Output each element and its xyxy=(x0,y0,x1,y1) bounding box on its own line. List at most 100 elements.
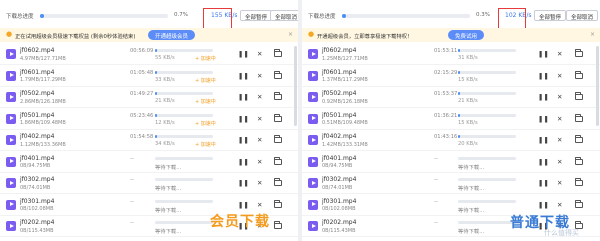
pause-icon[interactable]: ❚❚ xyxy=(538,158,549,166)
folder-icon[interactable] xyxy=(274,135,282,143)
folder-icon[interactable] xyxy=(575,113,583,122)
close-icon[interactable]: ✕ xyxy=(257,93,262,101)
close-icon[interactable]: ✕ xyxy=(257,72,262,80)
folder-icon[interactable] xyxy=(274,156,282,165)
cancel-all-button[interactable]: 全部取消 xyxy=(566,10,599,21)
list-item[interactable]: jf0402.mp4 1.12MB/133.36MB 01:54:58 34 KB/s… xyxy=(0,130,298,151)
close-icon[interactable]: ✕ xyxy=(557,50,562,58)
pause-icon[interactable]: ❚❚ xyxy=(538,72,549,80)
scrollbar[interactable] xyxy=(596,46,599,126)
folder-icon[interactable] xyxy=(575,70,583,79)
file-progress-fill xyxy=(155,135,157,138)
pause-all-button[interactable]: 全部暂停 xyxy=(534,10,567,21)
list-item[interactable]: jf0401.mp4 0B/94.75MB -- 等待下载... ❚❚ ✕ xyxy=(302,152,600,173)
close-icon[interactable]: ✕ xyxy=(557,201,562,209)
close-icon[interactable]: ✕ xyxy=(257,179,262,187)
close-icon[interactable]: ✕ xyxy=(557,179,562,187)
file-size: 1.12MB/133.36MB xyxy=(20,141,66,148)
pause-icon[interactable]: ❚❚ xyxy=(538,93,549,101)
file-name: jf0402.mp4 xyxy=(322,133,357,140)
pause-icon[interactable]: ❚❚ xyxy=(538,50,549,58)
pause-icon[interactable]: ❚❚ xyxy=(238,50,249,58)
close-icon[interactable]: ✕ xyxy=(557,136,562,144)
pause-icon[interactable]: ❚❚ xyxy=(238,93,249,101)
file-name: jf0601.mp4 xyxy=(322,68,357,76)
pause-icon[interactable]: ❚❚ xyxy=(538,115,549,123)
pause-icon[interactable]: ❚❚ xyxy=(538,201,549,209)
close-icon[interactable]: ✕ xyxy=(257,158,262,166)
folder-icon[interactable] xyxy=(274,199,282,208)
pause-icon[interactable]: ❚❚ xyxy=(538,136,549,144)
video-file-icon xyxy=(6,92,16,102)
file-progress-fill xyxy=(458,92,460,95)
speed-highlight-box xyxy=(498,8,526,29)
folder-icon[interactable] xyxy=(575,49,583,57)
pause-all-button[interactable]: 全部暂停 xyxy=(240,10,273,21)
folder-icon[interactable] xyxy=(274,70,282,79)
accelerating-badge: + 加速中 xyxy=(195,120,216,127)
file-speed: 12 KB/s xyxy=(155,119,175,126)
close-icon[interactable]: ✕ xyxy=(257,50,262,58)
pause-icon[interactable]: ❚❚ xyxy=(238,158,249,166)
pause-icon[interactable]: ❚❚ xyxy=(238,136,249,144)
folder-icon[interactable] xyxy=(274,113,282,122)
open-vip-button[interactable]: 开通超级会员 xyxy=(148,30,196,40)
file-size: 1.42MB/133.31MB xyxy=(322,141,368,148)
close-icon[interactable]: ✕ xyxy=(557,72,562,80)
list-item[interactable]: jf0601.mp4 1.79MB/117.29MB 01:05:48 33 KB/s… xyxy=(0,66,298,87)
file-size: 1.25MB/127.71MB xyxy=(322,55,368,62)
file-progress-track xyxy=(458,92,516,95)
folder-icon[interactable] xyxy=(274,92,282,100)
file-progress-fill xyxy=(155,92,157,95)
free-trial-button[interactable]: 免费试用 xyxy=(448,30,485,40)
pause-icon[interactable]: ❚❚ xyxy=(538,179,549,187)
list-item[interactable]: jf0402.mp4 1.42MB/133.31MB 01:43:16 20 KB/s… xyxy=(302,130,600,151)
close-icon[interactable]: ✕ xyxy=(557,115,562,123)
file-name: jf0402.mp4 xyxy=(20,133,55,140)
pause-icon[interactable]: ❚❚ xyxy=(238,201,249,209)
cancel-all-button[interactable]: 全部取消 xyxy=(270,10,298,21)
folder-icon[interactable] xyxy=(575,199,583,208)
close-icon[interactable]: × xyxy=(288,31,293,38)
list-item[interactable]: jf0601.mp4 1.37MB/117.29MB 02:15:29 15 KB/s… xyxy=(302,66,600,87)
pause-icon[interactable]: ❚❚ xyxy=(238,72,249,80)
folder-icon[interactable] xyxy=(575,178,583,186)
file-name: jf0302.mp4 xyxy=(322,176,357,183)
list-item[interactable]: jf0502.mp4 0.92MB/126.18MB 01:53:37 21 KB/s… xyxy=(302,87,600,108)
file-speed: 15 KB/s xyxy=(458,76,478,83)
close-icon[interactable]: ✕ xyxy=(557,158,562,166)
list-item[interactable]: jf0501.mp4 1.86MB/109.48MB 05:23:46 12 KB/s… xyxy=(0,109,298,130)
file-progress-track xyxy=(458,199,516,203)
vip-upsell-banner: ● 开通超级会员，立即尊享极速下载特权！ 免费试用 × xyxy=(302,28,600,42)
time-remaining: 01:43:16 xyxy=(434,134,458,140)
close-icon[interactable]: ✕ xyxy=(557,93,562,101)
list-item[interactable]: jf0602.mp4 1.25MB/127.71MB 01:53:11 31 KB/s… xyxy=(302,44,600,65)
folder-icon[interactable] xyxy=(575,135,583,143)
close-icon[interactable]: ✕ xyxy=(257,136,262,144)
list-item[interactable]: jf0302.mp4 0B/74.01MB -- 等待下载... ❚❚ ✕ xyxy=(302,173,600,194)
folder-icon[interactable] xyxy=(274,178,282,186)
waiting-status: 等待下载... xyxy=(458,164,485,171)
list-item[interactable]: jf0501.mp4 0.51MB/109.48MB 01:36:21 15 KB/s… xyxy=(302,109,600,130)
pause-icon[interactable]: ❚❚ xyxy=(238,115,249,123)
close-icon[interactable]: ✕ xyxy=(257,115,262,123)
folder-icon[interactable] xyxy=(575,156,583,165)
list-item[interactable]: jf0502.mp4 2.86MB/126.18MB 01:49:27 21 KB/s… xyxy=(0,87,298,108)
list-item[interactable]: jf0602.mp4 4.97MB/127.71MB 00:56:09 55 KB/s… xyxy=(0,44,298,65)
close-icon[interactable]: ✕ xyxy=(257,201,262,209)
folder-icon[interactable] xyxy=(575,92,583,100)
file-progress-track xyxy=(155,49,213,52)
file-progress-track xyxy=(155,221,213,224)
file-progress-track xyxy=(155,113,213,117)
close-icon[interactable]: × xyxy=(590,31,595,38)
list-item[interactable]: jf0401.mp4 0B/94.75MB -- 等待下载... ❚❚ ✕ xyxy=(0,152,298,173)
folder-icon[interactable] xyxy=(274,221,282,229)
list-item[interactable]: jf0302.mp4 0B/74.01MB -- 等待下载... ❚❚ ✕ xyxy=(0,173,298,194)
pause-icon[interactable]: ❚❚ xyxy=(238,179,249,187)
waiting-status: 等待下载... xyxy=(155,186,182,192)
scrollbar[interactable] xyxy=(294,46,297,126)
video-file-icon xyxy=(308,70,318,81)
file-progress-track xyxy=(155,199,213,203)
video-file-icon xyxy=(6,178,16,188)
folder-icon[interactable] xyxy=(274,49,282,57)
